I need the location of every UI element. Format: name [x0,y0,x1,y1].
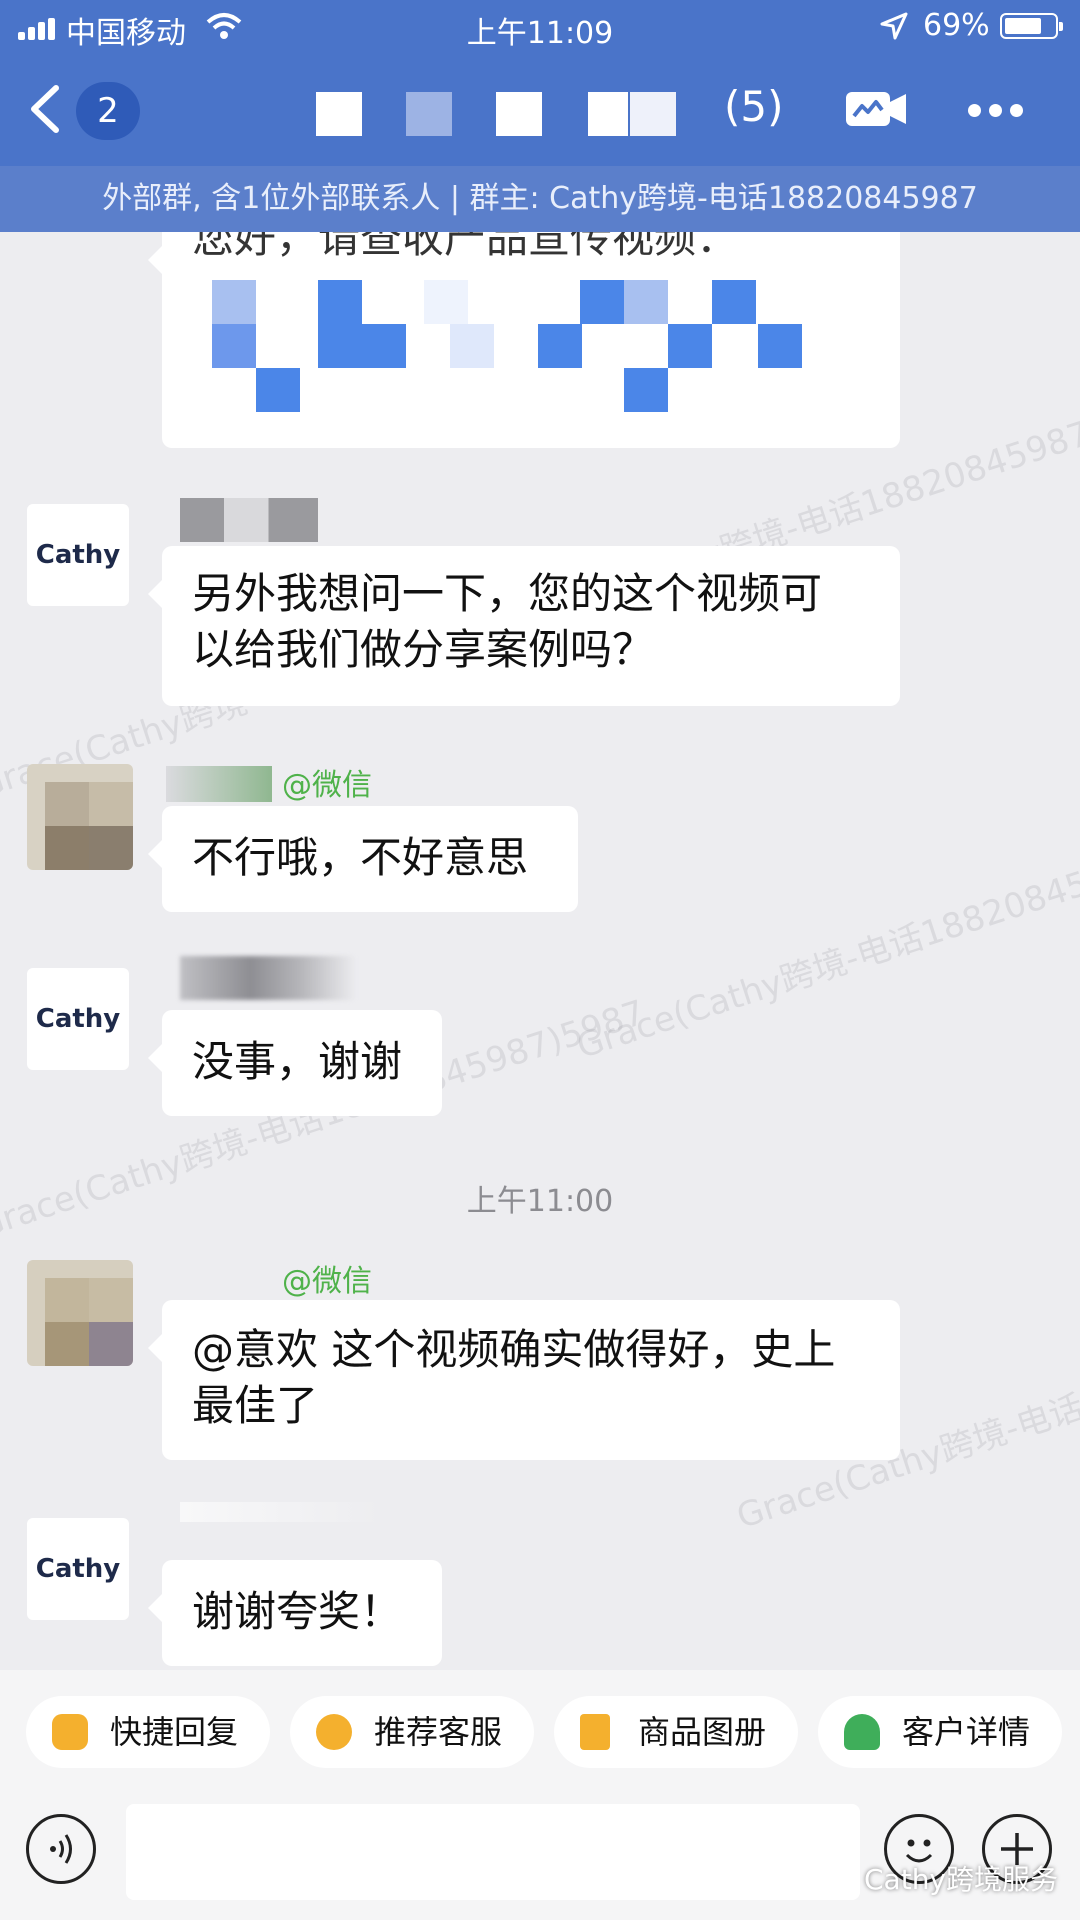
avatar-redacted[interactable] [27,1260,133,1366]
recommend-agent-icon [316,1714,352,1750]
sender-name-redacted [180,1502,380,1522]
message-bubble[interactable]: 另外我想问一下，您的这个视频可 以给我们做分享案例吗？ [148,546,900,706]
sender-name-redacted [180,498,318,542]
avatar[interactable]: Cathy [27,504,129,606]
sender-source: @微信 [282,1264,372,1299]
message-bubble[interactable]: @意欢 这个视频确实做得好，史上 最佳了 [148,1300,900,1460]
watermark: Grace(Cathy跨境-电话18820845987)5987 [572,812,1080,1067]
clock: 上午11:09 [466,16,614,51]
group-member-count: (5) [724,82,784,131]
sender-name-redacted [166,766,272,802]
customer-detail-button[interactable]: 客户详情 [818,1696,1062,1768]
more-icon[interactable] [968,104,1024,118]
message-list[interactable]: Grace(Cathy跨境-电话18820845987)5987 Grace(C… [0,232,1080,1670]
message-text: 不行哦，不好意思 [192,833,529,882]
battery-icon [1000,13,1063,39]
customer-detail-icon [844,1714,880,1750]
corner-watermark: Cathy跨境服务 [864,1863,1059,1896]
quick-action-bar: 快捷回复 推荐客服 商品图册 客户详情 [0,1670,1080,1790]
message-bubble[interactable]: 不行哦，不好意思 [148,806,578,912]
message-text: 以给我们做分享案例吗？ [192,625,655,674]
message-bubble[interactable]: 您好，请查收产品宣传视频： [148,232,900,448]
message-text: 您好，请查收产品宣传视频： [192,232,739,262]
message-text: @意欢 这个视频确实做得好，史上 [192,1325,836,1374]
back-icon[interactable] [26,84,66,134]
group-info-bar[interactable]: 外部群, 含1位外部联系人 | 群主: Cathy跨境-电话1882084598… [0,166,1080,232]
message-text: 没事，谢谢 [192,1037,403,1086]
sender-name-redacted [180,956,356,1000]
unread-count-badge[interactable]: 2 [76,82,140,140]
avatar[interactable]: Cathy [27,968,129,1070]
message-text: 另外我想问一下，您的这个视频可 [192,569,823,618]
message-input-bar: Cathy跨境服务 [0,1790,1080,1920]
message-timestamp: 上午11:00 [466,1184,614,1219]
message-bubble[interactable]: 谢谢夸奖！ [148,1560,442,1666]
sender-source: @微信 [282,768,372,803]
quick-reply-button[interactable]: 快捷回复 [26,1696,270,1768]
avatar-redacted[interactable] [27,764,133,870]
message-bubble[interactable]: 没事，谢谢 [148,1010,442,1116]
battery-percent: 69% [923,8,990,43]
recommend-agent-button[interactable]: 推荐客服 [290,1696,534,1768]
product-album-icon [580,1714,610,1750]
message-text: 谢谢夸奖！ [192,1587,403,1636]
product-album-button[interactable]: 商品图册 [554,1696,798,1768]
message-text: 最佳了 [192,1381,319,1430]
chat-nav-bar: 2 (5) [0,54,1080,166]
avatar[interactable]: Cathy [27,1518,129,1620]
video-meeting-icon[interactable] [844,88,908,130]
status-bar: 中国移动 上午11:09 69% [0,0,1080,54]
voice-icon[interactable] [26,1814,96,1884]
quick-reply-icon [52,1714,88,1750]
message-input[interactable] [126,1804,860,1900]
location-icon [880,12,908,40]
